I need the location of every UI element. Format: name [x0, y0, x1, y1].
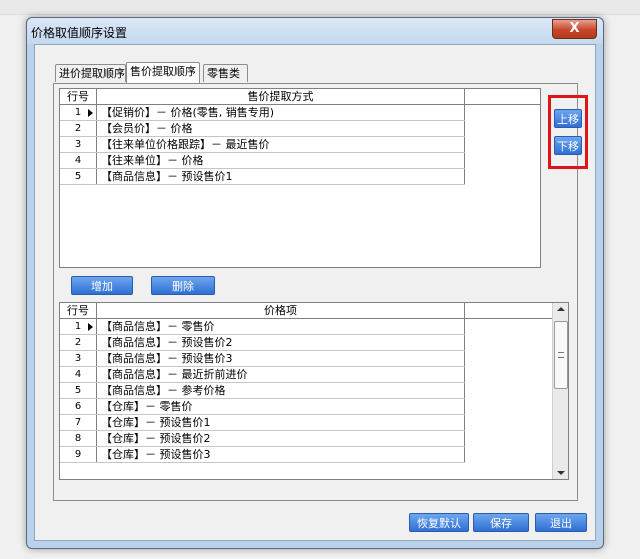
restore-default-button[interactable]: 恢复默认 [409, 513, 469, 532]
add-button[interactable]: 增加 [71, 276, 133, 295]
background-strip [0, 0, 640, 15]
header-price-item: 价格项 [97, 303, 465, 318]
row-number: 7 [60, 415, 97, 430]
window-title: 价格取值顺序设置 [31, 26, 128, 40]
highlight-box [548, 95, 588, 169]
tab-panel: 行号 售价提取方式 1 【促销价】－ 价格(零售, 销售专用) 2 【会员价】－… [53, 83, 578, 501]
row-text: 【仓库】－ 预设售价2 [97, 431, 465, 446]
close-icon: X [569, 21, 580, 36]
tab-label: 零售类 [207, 67, 240, 80]
row-text: 【往来单位价格跟踪】－ 最近售价 [97, 137, 465, 152]
close-button[interactable]: X [552, 19, 597, 39]
table-header: 行号 价格项 [60, 303, 554, 319]
row-number: 2 [60, 121, 97, 136]
row-number: 4 [60, 153, 97, 168]
table-row[interactable]: 8 【仓库】－ 预设售价2 [60, 431, 465, 447]
row-text: 【商品信息】－ 预设售价1 [97, 169, 465, 184]
scroll-thumb[interactable] [554, 321, 568, 389]
table-row[interactable]: 3 【商品信息】－ 预设售价3 [60, 351, 465, 367]
header-row-number: 行号 [60, 303, 97, 318]
dialog-window: 价格取值顺序设置 X 进价提取顺序 售价提取顺序 零售类 行号 售价提取方式 1… [26, 17, 604, 549]
title-bar[interactable]: 价格取值顺序设置 X [27, 18, 603, 44]
row-number: 3 [60, 137, 97, 152]
row-text: 【仓库】－ 零售价 [97, 399, 465, 414]
header-price-method: 售价提取方式 [97, 89, 465, 104]
scroll-up-icon[interactable] [557, 307, 565, 311]
table-row[interactable]: 6 【仓库】－ 零售价 [60, 399, 465, 415]
row-number: 2 [60, 335, 97, 350]
row-number: 9 [60, 447, 97, 462]
table-row[interactable]: 4 【往来单位】－ 价格 [60, 153, 465, 169]
row-text: 【会员价】－ 价格 [97, 121, 465, 136]
table-row[interactable]: 1 【商品信息】－ 零售价 [60, 319, 465, 335]
table-row[interactable]: 5 【商品信息】－ 参考价格 [60, 383, 465, 399]
row-number: 3 [60, 351, 97, 366]
tab-retail[interactable]: 零售类 [203, 64, 248, 82]
delete-button[interactable]: 删除 [151, 276, 215, 295]
table-row[interactable]: 3 【往来单位价格跟踪】－ 最近售价 [60, 137, 465, 153]
row-text: 【仓库】－ 预设售价1 [97, 415, 465, 430]
table-row[interactable]: 2 【会员价】－ 价格 [60, 121, 465, 137]
table-row[interactable]: 9 【仓库】－ 预设售价3 [60, 447, 465, 463]
row-number: 8 [60, 431, 97, 446]
row-text: 【仓库】－ 预设售价3 [97, 447, 465, 462]
row-number: 5 [60, 169, 97, 184]
table-row[interactable]: 1 【促销价】－ 价格(零售, 销售专用) [60, 105, 465, 121]
tab-sale-price-order[interactable]: 售价提取顺序 [126, 62, 200, 83]
row-text: 【商品信息】－ 最近折前进价 [97, 367, 465, 382]
table-row[interactable]: 7 【仓库】－ 预设售价1 [60, 415, 465, 431]
exit-button[interactable]: 退出 [535, 513, 587, 532]
tab-label: 进价提取顺序 [59, 67, 125, 80]
grip-icon [558, 352, 564, 358]
row-text: 【商品信息】－ 零售价 [97, 319, 465, 334]
row-text: 【往来单位】－ 价格 [97, 153, 465, 168]
row-pointer-icon [88, 109, 93, 117]
vertical-scrollbar[interactable] [552, 303, 568, 479]
save-button[interactable]: 保存 [473, 513, 529, 532]
row-pointer-icon [88, 323, 93, 331]
tab-purchase-price-order[interactable]: 进价提取顺序 [55, 64, 126, 82]
table-row[interactable]: 5 【商品信息】－ 预设售价1 [60, 169, 465, 185]
table-header: 行号 售价提取方式 [60, 89, 540, 105]
tab-label: 售价提取顺序 [130, 65, 196, 78]
price-item-table: 行号 价格项 1 【商品信息】－ 零售价 2 【商品信息】－ 预设售价2 3 【… [59, 302, 569, 480]
row-number: 6 [60, 399, 97, 414]
sale-price-order-table: 行号 售价提取方式 1 【促销价】－ 价格(零售, 销售专用) 2 【会员价】－… [59, 88, 541, 268]
row-text: 【商品信息】－ 预设售价2 [97, 335, 465, 350]
row-text: 【促销价】－ 价格(零售, 销售专用) [97, 105, 465, 120]
table-row[interactable]: 4 【商品信息】－ 最近折前进价 [60, 367, 465, 383]
header-row-number: 行号 [60, 89, 97, 104]
scroll-down-icon[interactable] [557, 471, 565, 475]
dialog-client-area: 进价提取顺序 售价提取顺序 零售类 行号 售价提取方式 1 【促销价】－ 价格(… [34, 44, 596, 541]
row-number: 4 [60, 367, 97, 382]
row-text: 【商品信息】－ 预设售价3 [97, 351, 465, 366]
table-row[interactable]: 2 【商品信息】－ 预设售价2 [60, 335, 465, 351]
row-number: 5 [60, 383, 97, 398]
row-text: 【商品信息】－ 参考价格 [97, 383, 465, 398]
